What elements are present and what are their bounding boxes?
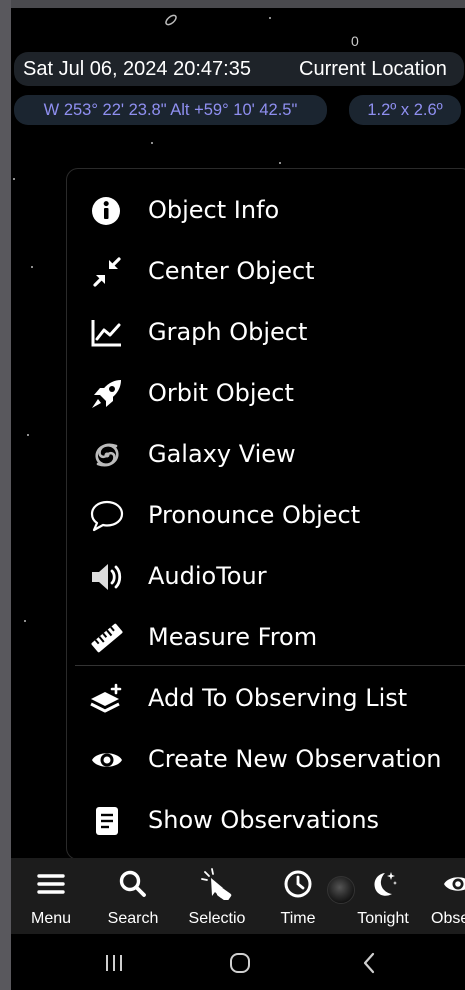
toolbar-label: Obse <box>431 910 465 927</box>
toolbar-tonight-button[interactable]: Tonight <box>347 858 419 934</box>
menu-item-add-to-observing-list[interactable]: Add To Observing List <box>67 668 465 729</box>
eye-icon <box>444 877 465 891</box>
toolbar-selection-button[interactable]: Selectio <box>179 858 255 934</box>
star <box>24 620 26 622</box>
eye-icon <box>92 753 122 767</box>
recent-apps-icon[interactable] <box>99 948 129 978</box>
speaker-icon <box>92 564 122 590</box>
menu-item-object-info[interactable]: Object Info <box>67 180 465 241</box>
menu-item-orbit-object[interactable]: Orbit Object <box>67 363 465 424</box>
info-icon <box>92 197 120 225</box>
toolbar-menu-button[interactable]: Menu <box>11 858 91 934</box>
star <box>151 142 153 144</box>
star <box>13 178 15 180</box>
home-icon[interactable] <box>225 948 255 978</box>
sky-ellipse-marker <box>165 14 177 26</box>
clock-icon <box>284 870 312 898</box>
menu-item-label: Pronounce Object <box>148 501 361 529</box>
toolbar-search-button[interactable]: Search <box>95 858 171 934</box>
menu-item-label: Graph Object <box>148 318 308 346</box>
rocket-icon <box>92 380 121 408</box>
app-screen: 0 Sat Jul 06, 2024 20:47:35 Current Loca… <box>11 0 465 990</box>
menu-item-label: AudioTour <box>148 562 267 590</box>
menu-item-label: Measure From <box>148 623 318 651</box>
line-graph-icon <box>91 320 121 347</box>
menu-item-label: Create New Observation <box>148 745 442 773</box>
location-text[interactable]: Current Location <box>299 52 447 86</box>
menu-item-label: Galaxy View <box>148 440 296 468</box>
menu-item-audiotour[interactable]: AudioTour <box>67 546 465 607</box>
menu-item-galaxy-view[interactable]: Galaxy View <box>67 424 465 485</box>
toolbar-observations-button[interactable]: Obse <box>423 858 465 934</box>
pointer-hand-icon <box>201 868 232 900</box>
menu-item-label: Object Info <box>148 196 280 224</box>
bottom-toolbar: Menu Search Selectio Time Tonight Obse <box>11 858 465 934</box>
field-of-view-readout[interactable]: 1.2º x 2.6º <box>349 95 461 125</box>
menu-item-label: Show Observations <box>148 806 380 834</box>
system-navigation-bar <box>11 934 465 990</box>
menu-item-graph-object[interactable]: Graph Object <box>67 302 465 363</box>
hamburger-icon <box>37 874 65 894</box>
toolbar-time-button[interactable]: Time <box>263 858 333 934</box>
search-icon <box>119 870 146 897</box>
menu-item-label: Center Object <box>148 257 315 285</box>
menu-item-pronounce-object[interactable]: Pronounce Object <box>67 485 465 546</box>
datetime-location-bar[interactable]: Sat Jul 06, 2024 20:47:35 Current Locati… <box>14 52 464 86</box>
menu-item-create-new-observation[interactable]: Create New Observation <box>67 729 465 790</box>
datetime-text: Sat Jul 06, 2024 20:47:35 <box>23 58 251 80</box>
back-icon[interactable] <box>355 948 385 978</box>
menu-item-measure-from[interactable]: Measure From <box>67 607 465 668</box>
toolbar-label: Search <box>107 910 159 927</box>
coordinates-readout[interactable]: W 253° 22' 23.8" Alt +59° 10' 42.5" <box>14 95 327 125</box>
star <box>27 434 29 436</box>
moon-stars-icon <box>374 872 397 896</box>
menu-item-show-observations[interactable]: Show Observations <box>67 790 465 851</box>
star <box>269 17 271 19</box>
document-icon <box>96 807 118 835</box>
menu-item-label: Orbit Object <box>148 379 294 407</box>
ruler-icon <box>91 623 123 653</box>
menu-item-label: Add To Observing List <box>148 684 408 712</box>
menu-item-center-object[interactable]: Center Object <box>67 241 465 302</box>
star <box>279 162 281 164</box>
object-context-menu: Object Info Center Object Graph Object O… <box>66 168 465 860</box>
sky-label: 0 <box>351 33 359 49</box>
menu-divider <box>75 665 465 666</box>
galaxy-icon <box>95 443 119 467</box>
toolbar-label: Menu <box>30 910 72 927</box>
layers-add-icon <box>90 683 122 713</box>
toolbar-label: Time <box>280 910 316 927</box>
speech-bubble-icon <box>90 500 124 532</box>
star <box>31 266 33 268</box>
center-arrows-icon <box>93 257 121 287</box>
toolbar-label: Selectio <box>188 910 246 927</box>
toolbar-label: Tonight <box>357 910 409 927</box>
